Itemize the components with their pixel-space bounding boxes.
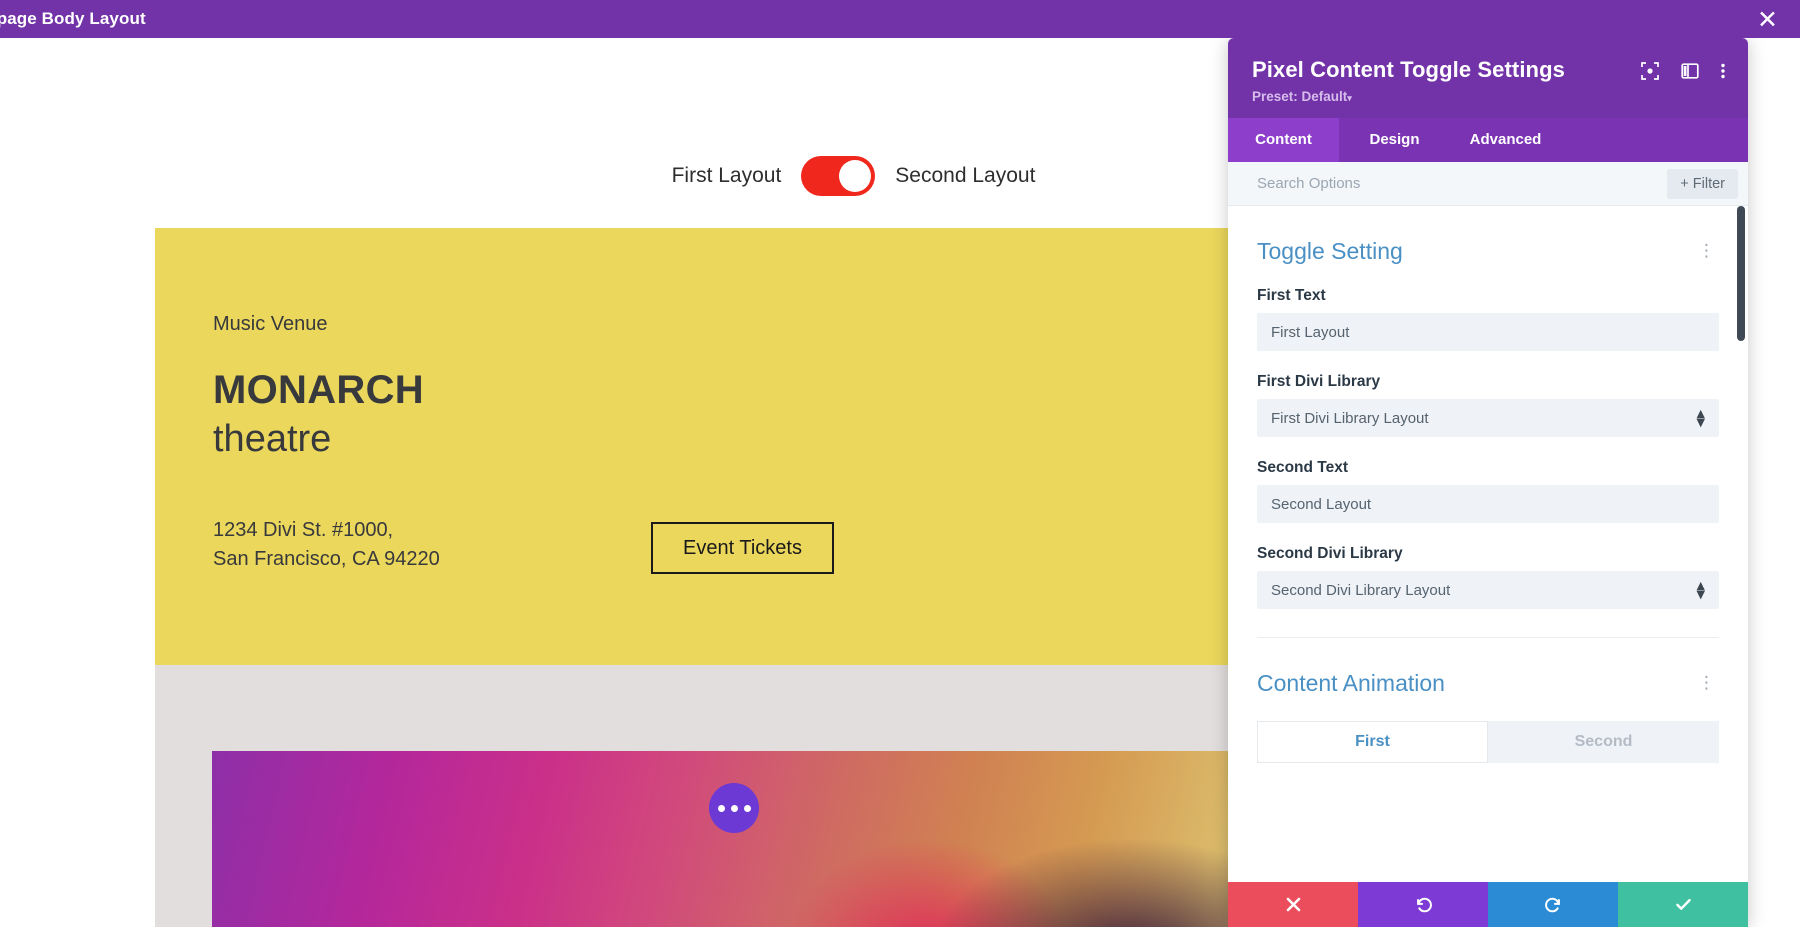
panel-scrollbar[interactable] xyxy=(1737,206,1745,341)
content-animation-toggle-group: First Second xyxy=(1257,721,1719,763)
hero-eyebrow: Music Venue xyxy=(213,313,328,335)
dot xyxy=(730,804,738,812)
hero-address-line-2: San Francisco, CA 94220 xyxy=(213,548,440,570)
panel-header-actions xyxy=(1640,61,1726,81)
toggle-second-label: Second Layout xyxy=(895,164,1036,187)
preset-selector[interactable]: Preset: Default▾ xyxy=(1252,89,1726,104)
chevron-down-icon: ▾ xyxy=(1347,93,1352,103)
editor-top-bar: mepage Body Layout ✕ xyxy=(0,0,1800,38)
hero-title-secondary: theatre xyxy=(213,418,332,460)
kebab-menu-icon[interactable]: ⋮ xyxy=(1694,675,1719,692)
cancel-button[interactable] xyxy=(1228,882,1358,927)
chevron-updown-icon: ▲ ▼ xyxy=(1696,406,1705,429)
hero-title-primary: MONARCH xyxy=(213,368,424,412)
split-panel-icon[interactable] xyxy=(1680,61,1700,81)
search-options-bar: + Filter xyxy=(1228,162,1748,206)
animation-tab-second[interactable]: Second xyxy=(1488,721,1719,763)
first-divi-library-select[interactable]: First Divi Library Layout ▲ ▼ xyxy=(1257,399,1719,437)
section-title: Content Animation xyxy=(1257,670,1445,696)
content-toggle-switch[interactable] xyxy=(801,156,876,196)
hero-address: 1234 Divi St. #1000, San Francisco, CA 9… xyxy=(213,516,440,574)
kebab-menu-icon[interactable]: ⋮ xyxy=(1694,243,1719,260)
undo-button[interactable] xyxy=(1358,882,1488,927)
panel-footer xyxy=(1228,882,1748,927)
dot xyxy=(717,804,725,812)
filter-button[interactable]: + Filter xyxy=(1667,168,1738,199)
section-content-animation-header: Content Animation ⋮ xyxy=(1257,670,1719,697)
first-text-input[interactable]: First Layout xyxy=(1257,313,1719,351)
tab-advanced[interactable]: Advanced xyxy=(1450,118,1561,162)
tab-content[interactable]: Content xyxy=(1228,118,1339,162)
panel-header: Pixel Content Toggle Settings Preset: De… xyxy=(1228,38,1748,118)
select-value: Second Divi Library Layout xyxy=(1271,581,1451,599)
dot xyxy=(743,804,751,812)
preset-label: Preset: Default xyxy=(1252,89,1348,104)
save-button[interactable] xyxy=(1618,882,1748,927)
select-value: First Divi Library Layout xyxy=(1271,409,1429,427)
animation-tab-first[interactable]: First xyxy=(1257,721,1488,763)
layout-title: mepage Body Layout xyxy=(0,9,146,28)
field-label-second-divi-library: Second Divi Library xyxy=(1257,545,1403,562)
section-toggle-setting-header: Toggle Setting ⋮ xyxy=(1257,238,1719,265)
section-title: Toggle Setting xyxy=(1257,238,1403,264)
kebab-menu-icon[interactable] xyxy=(1720,61,1726,81)
panel-tabs: Content Design Advanced xyxy=(1228,118,1748,162)
field-label-second-text: Second Text xyxy=(1257,459,1349,476)
toggle-knob xyxy=(839,160,872,192)
tab-design[interactable]: Design xyxy=(1339,118,1450,162)
focus-view-icon[interactable] xyxy=(1640,61,1660,81)
field-label-first-text: First Text xyxy=(1257,287,1326,304)
second-text-input[interactable]: Second Layout xyxy=(1257,485,1719,523)
three-dots-icon[interactable] xyxy=(709,783,759,833)
hero-address-line-1: 1234 Divi St. #1000, xyxy=(213,519,394,541)
field-label-first-divi-library: First Divi Library xyxy=(1257,373,1381,390)
toggle-first-label: First Layout xyxy=(671,164,782,187)
search-input[interactable] xyxy=(1257,175,1668,192)
panel-title: Pixel Content Toggle Settings xyxy=(1252,57,1565,82)
chevron-updown-icon: ▲ ▼ xyxy=(1696,578,1705,601)
panel-body: Toggle Setting ⋮ First Text First Layout… xyxy=(1228,206,1748,882)
section-divider xyxy=(1257,637,1719,638)
module-settings-panel: Pixel Content Toggle Settings Preset: De… xyxy=(1228,38,1748,927)
second-divi-library-select[interactable]: Second Divi Library Layout ▲ ▼ xyxy=(1257,571,1719,609)
event-tickets-button[interactable]: Event Tickets xyxy=(651,522,834,574)
redo-button[interactable] xyxy=(1488,882,1618,927)
close-icon[interactable]: ✕ xyxy=(1757,7,1778,32)
